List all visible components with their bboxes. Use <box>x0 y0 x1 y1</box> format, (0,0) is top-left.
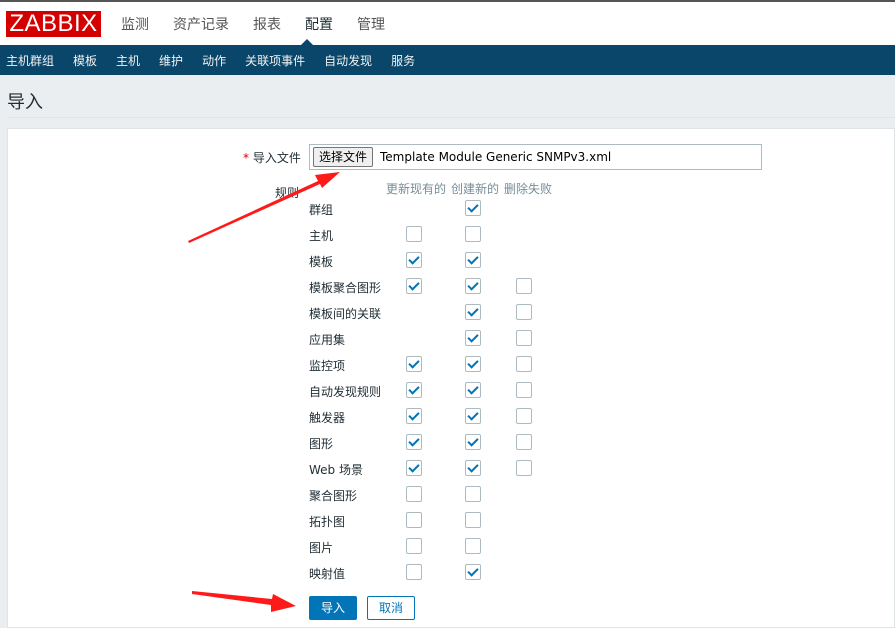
required-mark: * <box>243 151 249 165</box>
checkbox-delete[interactable] <box>516 278 532 294</box>
checkbox-update[interactable] <box>406 486 422 502</box>
rule-label: 映射值 <box>309 567 346 581</box>
rule-label: Web 场景 <box>309 463 363 477</box>
checkbox-update[interactable] <box>406 460 422 476</box>
rule-label: 自动发现规则 <box>309 385 382 399</box>
checkbox-delete[interactable] <box>516 356 532 372</box>
checkbox-create[interactable] <box>465 564 481 580</box>
rule-label: 模板聚合图形 <box>309 281 382 295</box>
checkbox-update[interactable] <box>406 278 422 294</box>
checkbox-update[interactable] <box>406 382 422 398</box>
checkbox-create[interactable] <box>465 486 481 502</box>
checkbox-update[interactable] <box>406 356 422 372</box>
checkbox-create[interactable] <box>465 512 481 528</box>
col-delete-missing: 删除失败 <box>504 182 553 196</box>
checkbox-update[interactable] <box>406 564 422 580</box>
menu-reports[interactable]: 报表 <box>253 14 281 34</box>
checkbox-update[interactable] <box>406 408 422 424</box>
checkbox-delete[interactable] <box>516 330 532 346</box>
checkbox-delete[interactable] <box>516 382 532 398</box>
import-form-panel <box>7 128 895 628</box>
rule-label: 群组 <box>309 203 334 217</box>
checkbox-update[interactable] <box>406 538 422 554</box>
file-name: Template Module Generic SNMPv3.xml <box>380 150 612 164</box>
subnav-host-groups[interactable]: 主机群组 <box>6 52 54 69</box>
file-label-text: 导入文件 <box>252 151 301 165</box>
menu-configuration[interactable]: 配置 <box>305 14 333 34</box>
cancel-button[interactable]: 取消 <box>367 596 415 620</box>
subnav-discovery[interactable]: 自动发现 <box>324 52 372 69</box>
menu-inventory[interactable]: 资产记录 <box>173 14 229 34</box>
checkbox-create[interactable] <box>465 538 481 554</box>
subnav-event-correlation[interactable]: 关联项事件 <box>245 52 305 69</box>
checkbox-update[interactable] <box>406 226 422 242</box>
sub-nav: 主机群组 模板 主机 维护 动作 关联项事件 自动发现 服务 <box>0 45 895 75</box>
checkbox-create[interactable] <box>465 200 481 216</box>
subnav-templates[interactable]: 模板 <box>73 52 97 69</box>
rule-label: 监控项 <box>309 359 346 373</box>
subnav-services[interactable]: 服务 <box>391 52 415 69</box>
rule-label: 拓扑图 <box>309 515 346 529</box>
subnav-maintenance[interactable]: 维护 <box>159 52 183 69</box>
checkbox-create[interactable] <box>465 330 481 346</box>
rule-label: 模板 <box>309 255 334 269</box>
main-menu: 监测 资产记录 报表 配置 管理 <box>121 14 409 34</box>
checkbox-create[interactable] <box>465 408 481 424</box>
rule-label: 主机 <box>309 229 334 243</box>
rule-label: 应用集 <box>309 333 346 347</box>
col-update-existing: 更新现有的 <box>386 182 447 196</box>
import-button[interactable]: 导入 <box>309 596 357 620</box>
rule-label: 触发器 <box>309 411 346 425</box>
checkbox-delete[interactable] <box>516 434 532 450</box>
col-create-new: 创建新的 <box>451 182 500 196</box>
checkbox-update[interactable] <box>406 512 422 528</box>
choose-file-button[interactable]: 选择文件 <box>313 147 374 167</box>
file-label: * 导入文件 <box>243 149 301 166</box>
divider <box>7 117 895 118</box>
menu-administration[interactable]: 管理 <box>357 14 385 34</box>
checkbox-update[interactable] <box>406 434 422 450</box>
top-bar: ZABBIX 监测 资产记录 报表 配置 管理 <box>0 0 895 47</box>
file-input[interactable]: 选择文件 Template Module Generic SNMPv3.xml <box>309 144 762 170</box>
subnav-hosts[interactable]: 主机 <box>116 52 140 69</box>
checkbox-create[interactable] <box>465 226 481 242</box>
checkbox-delete[interactable] <box>516 408 532 424</box>
rule-label: 图形 <box>309 437 334 451</box>
menu-monitoring[interactable]: 监测 <box>121 14 149 34</box>
rules-label: 规则 <box>275 186 300 200</box>
checkbox-create[interactable] <box>465 382 481 398</box>
checkbox-delete[interactable] <box>516 304 532 320</box>
zabbix-logo[interactable]: ZABBIX <box>6 11 101 37</box>
page-title: 导入 <box>7 92 43 113</box>
checkbox-create[interactable] <box>465 252 481 268</box>
checkbox-create[interactable] <box>465 356 481 372</box>
rule-label: 模板间的关联 <box>309 307 382 321</box>
rule-label: 聚合图形 <box>309 489 358 503</box>
checkbox-delete[interactable] <box>516 460 532 476</box>
rule-label: 图片 <box>309 541 334 555</box>
checkbox-create[interactable] <box>465 460 481 476</box>
subnav-actions[interactable]: 动作 <box>202 52 226 69</box>
checkbox-create[interactable] <box>465 278 481 294</box>
checkbox-create[interactable] <box>465 434 481 450</box>
checkbox-create[interactable] <box>465 304 481 320</box>
checkbox-update[interactable] <box>406 252 422 268</box>
